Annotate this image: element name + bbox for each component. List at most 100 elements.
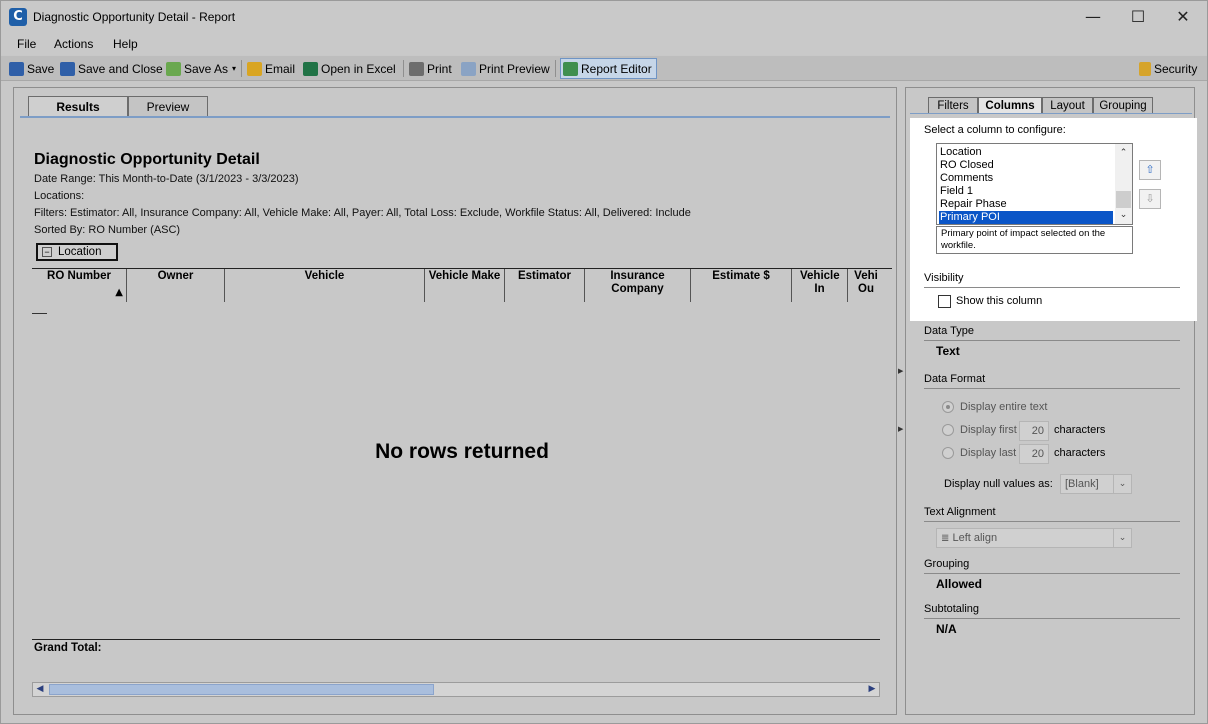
splitter-arrow-icon: ▶ [898, 425, 904, 433]
toolbar-separator [241, 60, 242, 77]
menu-help[interactable]: Help [113, 37, 138, 51]
collapse-icon[interactable]: − [42, 247, 52, 257]
group-label: Location [58, 246, 102, 258]
list-item-selected[interactable]: Primary POI [939, 211, 1113, 224]
report-editor-button[interactable]: Report Editor [560, 58, 657, 79]
horizontal-scrollbar[interactable]: ◀ ▶ [32, 682, 880, 697]
text-alignment-select[interactable]: ≣ Left align ⌄ [936, 528, 1132, 548]
chevron-up-icon[interactable]: ⌃ [1115, 146, 1132, 160]
first-count-input[interactable]: 20 [1019, 421, 1049, 441]
tab-strip-line [20, 116, 890, 118]
open-in-excel-button[interactable]: Open in Excel [303, 58, 396, 79]
title-bar: C Diagnostic Opportunity Detail - Report… [1, 1, 1207, 33]
tab-preview[interactable]: Preview [128, 96, 208, 117]
save-as-icon [166, 61, 181, 76]
tab-results[interactable]: Results [28, 96, 128, 118]
menu-bar: File Actions Help [1, 33, 1207, 55]
column-estimator[interactable]: Estimator [505, 269, 585, 302]
report-editor-pane: Filters Columns Layout Grouping Select a… [905, 87, 1197, 715]
email-label: Email [265, 61, 296, 76]
show-column-checkbox[interactable] [938, 295, 951, 308]
grand-total-label: Grand Total: [34, 642, 102, 654]
last-count-input[interactable]: 20 [1019, 444, 1049, 464]
save-and-close-button[interactable]: Save and Close [60, 58, 163, 79]
tab-grouping[interactable]: Grouping [1093, 97, 1153, 114]
print-preview-label: Print Preview [479, 61, 550, 76]
section-divider [924, 287, 1180, 288]
tab-layout[interactable]: Layout [1042, 97, 1093, 114]
security-label: Security [1154, 61, 1198, 76]
no-rows-message: No rows returned [375, 440, 549, 463]
toolbar: Save Save and Close Save As ▾ Email Open… [1, 56, 1207, 81]
group-by-location-button[interactable]: − Location [36, 243, 118, 261]
listbox-scrollbar[interactable]: ⌃ ⌄ [1115, 144, 1132, 224]
minimize-icon[interactable]: — [1071, 5, 1115, 29]
tab-columns[interactable]: Columns [978, 97, 1042, 114]
section-divider [924, 618, 1180, 619]
null-values-value: [Blank] [1065, 478, 1099, 490]
report-window: C Diagnostic Opportunity Detail - Report… [0, 0, 1208, 724]
list-item[interactable]: Comments [939, 172, 1113, 185]
move-up-button[interactable]: ⇧ [1139, 160, 1161, 180]
column-insurance-company[interactable]: Insurance Company [585, 269, 691, 302]
column-vehicle[interactable]: Vehicle [225, 269, 425, 302]
report-filters: Filters: Estimator: All, Insurance Compa… [34, 207, 691, 219]
column-vehicle-make[interactable]: Vehicle Make [425, 269, 505, 302]
results-pane: Results Preview Diagnostic Opportunity D… [13, 87, 897, 715]
characters-label: characters [1054, 424, 1106, 436]
report-title: Diagnostic Opportunity Detail [34, 151, 260, 168]
select-column-label: Select a column to configure: [924, 124, 1066, 136]
tab-filters[interactable]: Filters [928, 97, 978, 114]
report-date-range: Date Range: This Month-to-Date (3/1/2023… [34, 173, 299, 185]
printer-icon [409, 61, 424, 76]
column-vehicle-out[interactable]: Vehi Ou [848, 269, 880, 302]
pane-splitter[interactable]: ▶ ▶ [897, 367, 903, 437]
menu-actions[interactable]: Actions [54, 37, 93, 51]
column-owner[interactable]: Owner [127, 269, 225, 302]
tab-strip-line [910, 113, 1192, 114]
column-vehicle-in[interactable]: Vehicle In [792, 269, 848, 302]
list-item[interactable]: Repair Phase [939, 198, 1113, 211]
column-estimate[interactable]: Estimate $ [691, 269, 792, 302]
save-button[interactable]: Save [9, 58, 54, 79]
text-alignment-label: Text Alignment [924, 506, 996, 518]
email-button[interactable]: Email [247, 58, 295, 79]
move-down-button[interactable]: ⇩ [1139, 189, 1161, 209]
subtotaling-label: Subtotaling [924, 603, 980, 615]
chevron-down-icon[interactable]: ⌄ [1113, 529, 1131, 547]
grouping-label: Grouping [924, 558, 970, 570]
radio-display-entire[interactable] [942, 401, 954, 413]
toolbar-separator [403, 60, 404, 77]
menu-file[interactable]: File [17, 37, 36, 51]
report-editor-icon [563, 61, 578, 76]
chevron-down-icon[interactable]: ⌄ [1113, 475, 1131, 493]
dropdown-arrow-icon[interactable]: ▾ [232, 64, 236, 73]
radio-display-first[interactable] [942, 424, 954, 436]
list-item[interactable]: Field 1 [939, 185, 1113, 198]
section-divider [924, 573, 1180, 574]
column-ro-number[interactable]: RO Number ▲ [32, 269, 127, 302]
chevron-down-icon[interactable]: ⌄ [1115, 208, 1132, 222]
security-button[interactable]: Security [1139, 58, 1197, 79]
characters-label: characters [1054, 447, 1106, 459]
close-icon[interactable]: ✕ [1161, 5, 1205, 29]
scroll-thumb[interactable] [49, 684, 434, 695]
grouping-value: Allowed [936, 577, 983, 591]
column-listbox[interactable]: Location RO Closed Comments Field 1 Repa… [936, 143, 1133, 225]
list-item[interactable]: RO Closed [939, 159, 1113, 172]
null-values-select[interactable]: [Blank] ⌄ [1060, 474, 1132, 494]
display-last-label: Display last [960, 447, 1017, 459]
maximize-icon[interactable]: ☐ [1116, 5, 1160, 29]
print-preview-button[interactable]: Print Preview [461, 58, 550, 79]
save-as-button[interactable]: Save As ▾ [166, 58, 236, 79]
data-type-label: Data Type [924, 325, 974, 337]
scroll-right-icon[interactable]: ▶ [865, 683, 879, 696]
column-description: Primary point of impact selected on the … [936, 226, 1133, 254]
data-format-label: Data Format [924, 373, 986, 385]
list-item[interactable]: Location [939, 146, 1113, 159]
listbox-scroll-thumb[interactable] [1116, 191, 1131, 208]
column-label: RO Number [47, 270, 111, 282]
print-button[interactable]: Print [409, 58, 452, 79]
radio-display-last[interactable] [942, 447, 954, 459]
scroll-left-icon[interactable]: ◀ [33, 683, 47, 696]
